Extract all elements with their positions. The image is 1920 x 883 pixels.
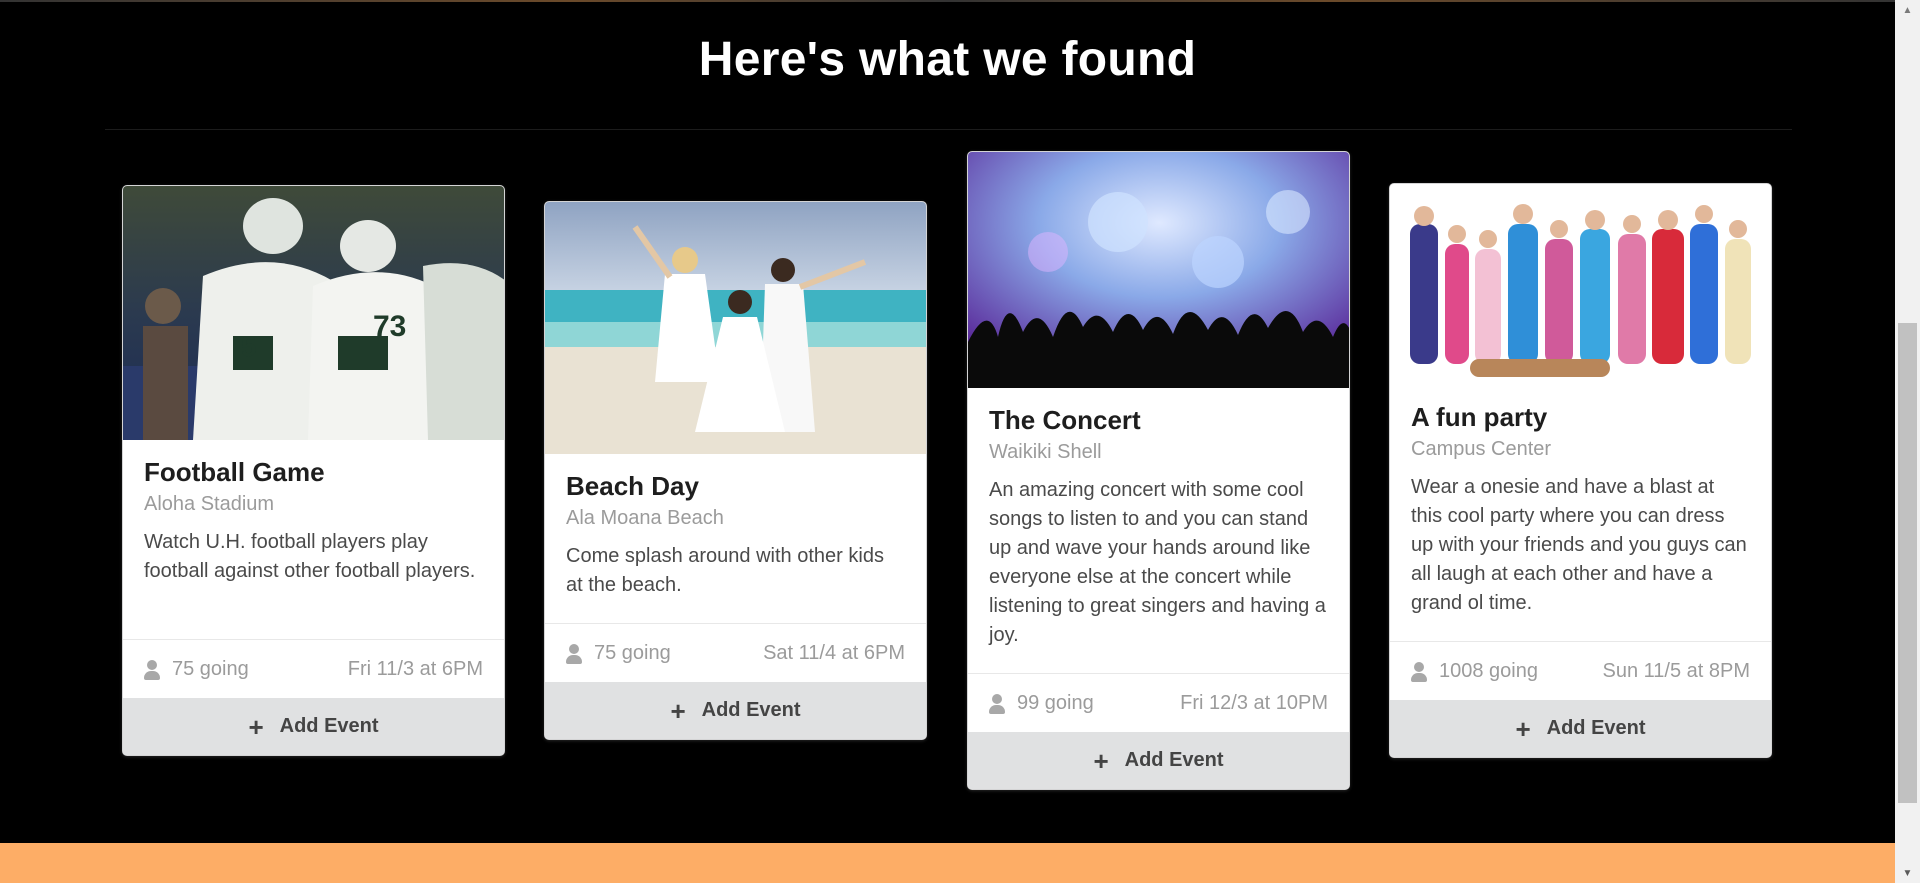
- scroll-down-arrow-icon[interactable]: ▼: [1895, 863, 1920, 883]
- scroll-up-arrow-icon[interactable]: ▲: [1895, 0, 1920, 20]
- attendance: 1008 going: [1411, 660, 1538, 683]
- card-footer: 75 going Sat 11/4 at 6PM: [545, 623, 926, 683]
- svg-text:5: 5: [241, 331, 257, 362]
- going-count: 1008 going: [1439, 660, 1538, 682]
- event-description: Wear a onesie and have a blast at this c…: [1411, 475, 1747, 614]
- plus-icon: +: [1515, 713, 1531, 744]
- going-count: 75 going: [594, 642, 671, 664]
- card-footer: 1008 going Sun 11/5 at 8PM: [1390, 641, 1771, 701]
- event-card-the-concert: The Concert Waikiki Shell An amazing con…: [967, 151, 1350, 790]
- event-description: Watch U.H. football players play footbal…: [144, 530, 476, 582]
- main-content: Here's what we found 5 73 Football Game …: [0, 0, 1895, 883]
- event-datetime: Sat 11/4 at 6PM: [763, 642, 905, 664]
- event-datetime: Fri 12/3 at 10PM: [1180, 692, 1328, 714]
- plus-icon: +: [670, 695, 686, 726]
- event-title: Beach Day: [566, 471, 699, 501]
- card-content: Football Game Aloha Stadium Watch U.H. f…: [123, 440, 504, 586]
- add-event-button[interactable]: + Add Event: [545, 682, 926, 739]
- event-title: A fun party: [1411, 402, 1548, 432]
- event-image-football: 5 73: [123, 186, 504, 440]
- event-description: An amazing concert with some cool songs …: [989, 478, 1326, 646]
- add-event-label: Add Event: [701, 699, 801, 721]
- add-event-button[interactable]: + Add Event: [968, 732, 1349, 789]
- event-location: Ala Moana Beach: [566, 506, 724, 529]
- user-icon: [144, 659, 160, 680]
- user-icon: [566, 643, 582, 664]
- plus-icon: +: [1093, 745, 1109, 776]
- add-event-button[interactable]: + Add Event: [123, 698, 504, 755]
- plus-icon: +: [248, 711, 264, 742]
- event-datetime: Fri 11/3 at 6PM: [347, 658, 483, 680]
- event-description: Come splash around with other kids at th…: [566, 544, 884, 596]
- banner-image-edge: [0, 0, 1895, 2]
- attendance: 75 going: [144, 658, 249, 681]
- event-image-beach: [545, 202, 926, 454]
- event-datetime: Sun 11/5 at 8PM: [1602, 660, 1751, 682]
- add-event-label: Add Event: [279, 715, 379, 737]
- user-icon: [1411, 661, 1427, 682]
- event-card-beach-day: Beach Day Ala Moana Beach Come splash ar…: [544, 201, 927, 740]
- card-footer: 75 going Fri 11/3 at 6PM: [123, 639, 504, 699]
- card-content: Beach Day Ala Moana Beach Come splash ar…: [545, 454, 926, 600]
- footer-band: [0, 843, 1895, 883]
- section-heading: Here's what we found: [698, 33, 1197, 86]
- add-event-button[interactable]: + Add Event: [1390, 700, 1771, 757]
- card-content: The Concert Waikiki Shell An amazing con…: [968, 388, 1349, 650]
- event-location: Waikiki Shell: [989, 440, 1102, 463]
- event-location: Aloha Stadium: [144, 492, 275, 515]
- page: Here's what we found 5 73 Football Game …: [0, 0, 1920, 883]
- add-event-label: Add Event: [1546, 717, 1646, 739]
- card-content: A fun party Campus Center Wear a onesie …: [1390, 385, 1771, 618]
- user-icon: [989, 693, 1005, 714]
- attendance: 99 going: [989, 692, 1094, 715]
- event-title: Football Game: [144, 457, 325, 487]
- add-event-label: Add Event: [1124, 749, 1224, 771]
- section-divider: [105, 129, 1792, 130]
- event-card-a-fun-party: A fun party Campus Center Wear a onesie …: [1389, 183, 1772, 758]
- going-count: 99 going: [1017, 692, 1094, 714]
- event-card-football-game: 5 73 Football Game Aloha Stadium Watch U…: [122, 185, 505, 756]
- event-location: Campus Center: [1411, 437, 1552, 460]
- attendance: 75 going: [566, 642, 671, 665]
- event-title: The Concert: [989, 405, 1141, 435]
- vertical-scrollbar[interactable]: ▲ ▼: [1895, 0, 1920, 883]
- card-footer: 99 going Fri 12/3 at 10PM: [968, 673, 1349, 733]
- going-count: 75 going: [172, 658, 249, 680]
- event-image-party: [1390, 184, 1771, 385]
- svg-text:73: 73: [373, 310, 406, 343]
- event-image-concert: [968, 152, 1349, 388]
- scrollbar-thumb[interactable]: [1898, 323, 1917, 803]
